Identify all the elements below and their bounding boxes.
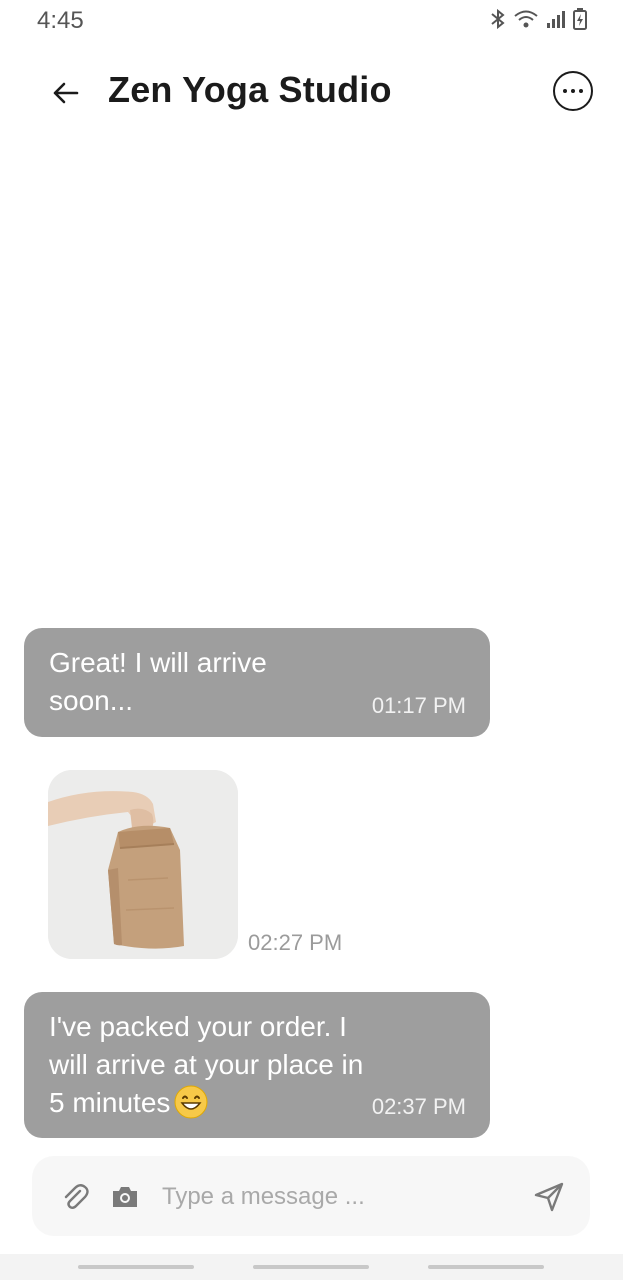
signal-icon [545, 8, 567, 30]
message-time: 01:17 PM [371, 693, 466, 718]
paper-bag-in-hand-photo [48, 770, 238, 959]
nav-recents-button[interactable] [78, 1265, 194, 1269]
nav-back-button[interactable] [428, 1265, 544, 1269]
message-time: 02:37 PM [371, 1094, 466, 1119]
battery-charging-icon [573, 8, 587, 30]
send-button[interactable] [532, 1180, 566, 1214]
message-composer [32, 1156, 590, 1236]
system-navigation-bar [0, 1254, 623, 1280]
status-time: 4:45 [37, 7, 84, 34]
page-title: Zen Yoga Studio [108, 69, 392, 110]
more-options-icon [563, 89, 567, 93]
nav-home-button[interactable] [253, 1265, 369, 1269]
camera-icon [113, 1187, 137, 1207]
paperclip-icon [64, 1184, 89, 1209]
image-message[interactable] [48, 770, 238, 959]
message-text: Great! I will arrive soon... [49, 647, 267, 716]
message-input[interactable] [160, 1174, 524, 1220]
camera-button[interactable] [110, 1182, 140, 1212]
grinning-face-emoji [174, 1085, 208, 1119]
more-options-button[interactable] [553, 71, 593, 111]
message-text: I've packed your order. I will arrive at… [49, 1008, 379, 1122]
status-bar: 4:45 [0, 0, 623, 44]
wifi-icon [513, 8, 539, 30]
send-icon [534, 1182, 564, 1212]
back-button[interactable] [46, 73, 86, 113]
app-bar: Zen Yoga Studio [0, 55, 623, 131]
arrow-left-icon [53, 82, 79, 104]
status-icons [489, 8, 587, 30]
attach-button[interactable] [60, 1182, 90, 1212]
message-bubble[interactable]: Great! I will arrive soon... 01:17 PM [24, 628, 490, 737]
message-time: 02:27 PM [248, 930, 343, 955]
bluetooth-icon [489, 8, 507, 30]
message-bubble[interactable]: I've packed your order. I will arrive at… [24, 992, 490, 1138]
